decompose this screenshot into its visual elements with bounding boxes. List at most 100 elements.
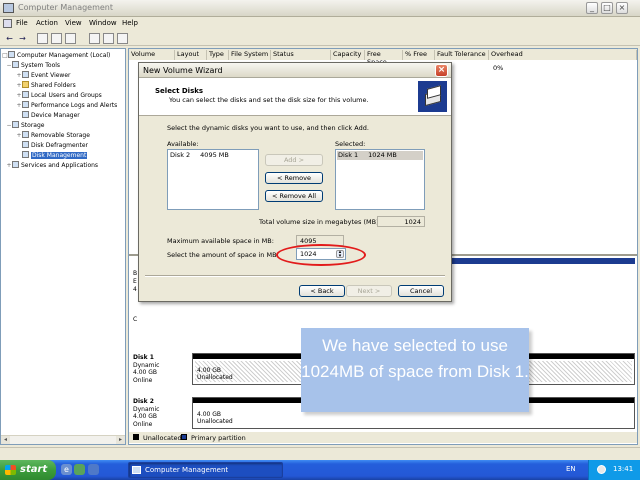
console-icon[interactable]	[3, 19, 12, 28]
tree-item-disk-defragmenter[interactable]: Disk Defragmenter	[16, 141, 88, 151]
disk1-label[interactable]: Disk 1 Dynamic 4.00 GB Online	[133, 354, 159, 384]
dialog-close-button[interactable]: ×	[435, 64, 448, 77]
tree-item-event-viewer[interactable]: + Event Viewer	[16, 71, 71, 81]
show-hide-tree-icon[interactable]	[51, 33, 62, 44]
available-disks-list[interactable]: Disk 2 4095 MB	[167, 149, 259, 210]
menu-bar: File Action View Window Help	[0, 17, 640, 31]
column-fault-tolerance[interactable]: Fault Tolerance	[435, 50, 489, 60]
disk2-type: Dynamic	[133, 405, 160, 413]
disk2-status: Online	[133, 420, 153, 428]
quicklaunch-desktop-icon[interactable]	[88, 464, 99, 475]
tree-item-services-applications[interactable]: + Services and Applications	[6, 161, 98, 171]
disk1-status: Online	[133, 376, 153, 384]
scroll-left-icon[interactable]: ◂	[1, 436, 10, 444]
add-button[interactable]: Add >	[265, 154, 323, 166]
available-item-disk2[interactable]: Disk 2 4095 MB	[169, 151, 230, 160]
unallocated-swatch	[133, 434, 139, 440]
selected-item-disk1[interactable]: Disk 1 1024 MB	[337, 151, 423, 160]
clock[interactable]: 13:41	[613, 465, 633, 473]
wizard-subheading: You can select the disks and set the dis…	[169, 96, 369, 104]
tree-item-performance-logs[interactable]: + Performance Logs and Alerts	[16, 101, 117, 111]
taskbar: start e Computer Management EN 13:41	[0, 460, 640, 480]
next-button[interactable]: Next >	[346, 285, 392, 297]
max-space-label: Maximum available space in MB:	[167, 237, 274, 245]
quicklaunch-browser-icon[interactable]: e	[61, 464, 72, 475]
menu-action[interactable]: Action	[36, 19, 58, 27]
column-layout[interactable]: Layout	[175, 50, 207, 60]
tree-item-computer-management[interactable]: □ Computer Management (Local)	[2, 51, 110, 61]
help-icon[interactable]	[103, 33, 114, 44]
column-status[interactable]: Status	[271, 50, 331, 60]
column-file-system[interactable]: File System	[229, 50, 271, 60]
tree-item-system-tools[interactable]: − System Tools	[6, 61, 60, 71]
quicklaunch-app-icon[interactable]	[74, 464, 85, 475]
back-button[interactable]: < Back	[299, 285, 345, 297]
menu-window[interactable]: Window	[89, 19, 117, 27]
windows-logo-icon	[5, 465, 16, 475]
volume-overhead-cell: 0%	[493, 64, 504, 72]
available-label: Available:	[167, 140, 199, 148]
disk-stack-icon	[418, 81, 447, 112]
column-type[interactable]: Type	[207, 50, 229, 60]
properties-icon[interactable]	[65, 33, 76, 44]
total-size-value: 1024	[377, 216, 425, 227]
disk2-label[interactable]: Disk 2 Dynamic 4.00 GB Online	[133, 398, 159, 428]
highlight-ring	[276, 244, 366, 266]
disk2-region-size: 4.00 GB	[197, 411, 222, 418]
network-icon[interactable]	[597, 465, 606, 474]
view-icon[interactable]	[117, 33, 128, 44]
cdrom-label-fragment: C	[133, 316, 138, 323]
tree-horizontal-scrollbar[interactable]: ◂ ▸	[1, 435, 125, 444]
disk0-type-fragment: E	[133, 278, 137, 285]
tree-item-disk-management[interactable]: Disk Management	[16, 151, 88, 161]
start-button[interactable]: start	[0, 460, 56, 480]
tree-item-removable-storage[interactable]: + Removable Storage	[16, 131, 90, 141]
total-size-label: Total volume size in megabytes (MB):	[259, 218, 381, 226]
tutorial-callout: We have selected to use 1024MB of space …	[301, 328, 529, 412]
title-bar: Computer Management _ □ ×	[0, 0, 640, 17]
remove-button[interactable]: < Remove	[265, 172, 323, 184]
forward-icon[interactable]: →	[17, 33, 28, 44]
instruction-text: Select the dynamic disks you want to use…	[167, 124, 369, 132]
taskbar-computer-management[interactable]: Computer Management	[128, 462, 283, 478]
selected-disks-list[interactable]: Disk 1 1024 MB	[335, 149, 425, 210]
tree-item-storage[interactable]: − Storage	[6, 121, 44, 131]
computer-management-icon	[3, 3, 14, 13]
column-capacity[interactable]: Capacity	[331, 50, 365, 60]
export-icon[interactable]	[89, 33, 100, 44]
computer-management-task-icon	[132, 466, 141, 474]
up-icon[interactable]	[37, 33, 48, 44]
close-button[interactable]: ×	[616, 2, 628, 14]
wizard-heading: Select Disks	[155, 87, 204, 95]
menu-help[interactable]: Help	[122, 19, 138, 27]
disk1-region-status: Unallocated	[197, 374, 233, 381]
remove-all-button[interactable]: < Remove All	[265, 190, 323, 202]
disk2-region-status: Unallocated	[197, 418, 233, 425]
maximize-button[interactable]: □	[601, 2, 613, 14]
disk1-region-size: 4.00 GB	[197, 367, 222, 374]
disk2-size: 4.00 GB	[133, 413, 158, 420]
selected-label: Selected:	[335, 140, 366, 148]
column-free-space[interactable]: Free Space	[365, 50, 403, 66]
column-volume[interactable]: Volume	[129, 50, 175, 60]
minimize-button[interactable]: _	[586, 2, 598, 14]
cancel-button[interactable]: Cancel	[398, 285, 444, 297]
window-title: Computer Management	[18, 3, 114, 12]
tree-item-device-manager[interactable]: Device Manager	[16, 111, 80, 121]
tree-item-local-users[interactable]: + Local Users and Groups	[16, 91, 102, 101]
menu-file[interactable]: File	[16, 19, 28, 27]
legend-unallocated: Unallocated	[143, 434, 182, 442]
scroll-right-icon[interactable]: ▸	[116, 436, 125, 444]
toolbar: ← →	[0, 31, 640, 46]
disk1-name: Disk 1	[133, 354, 154, 361]
disk1-size: 4.00 GB	[133, 369, 158, 376]
menu-view[interactable]: View	[65, 19, 82, 27]
new-volume-wizard-dialog: New Volume Wizard × Select Disks You can…	[138, 62, 452, 302]
start-label: start	[20, 464, 48, 475]
tree-item-shared-folders[interactable]: + Shared Folders	[16, 81, 76, 91]
console-tree: □ Computer Management (Local) − System Too…	[0, 48, 126, 445]
language-indicator[interactable]: EN	[566, 465, 576, 473]
column-overhead[interactable]: Overhead	[489, 50, 637, 60]
column-percent-free[interactable]: % Free	[403, 50, 435, 60]
back-icon[interactable]: ←	[4, 33, 15, 44]
